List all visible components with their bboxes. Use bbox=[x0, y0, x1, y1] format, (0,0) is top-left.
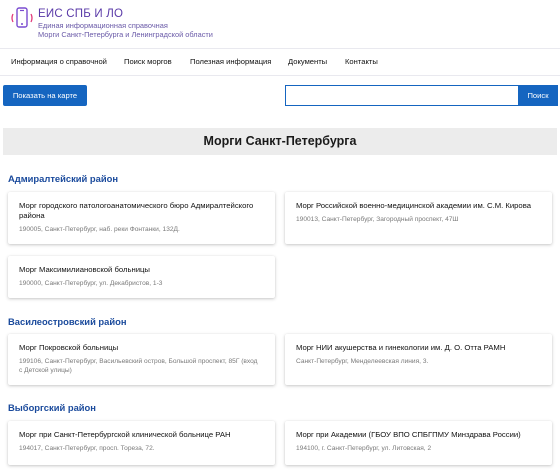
morgue-title: Морг Российской военно-медицинской акаде… bbox=[296, 201, 531, 210]
morgue-title: Морг городского патологоанатомического б… bbox=[19, 201, 254, 220]
morgue-card[interactable]: Морг Покровской больницы 199106, Санкт-П… bbox=[8, 334, 275, 385]
nav-item-useful-info[interactable]: Полезная информация bbox=[190, 49, 271, 75]
search-input[interactable] bbox=[285, 85, 518, 106]
morgue-card[interactable]: Морг при Санкт-Петербургской клинической… bbox=[8, 421, 275, 465]
morgue-address: 194100, г. Санкт-Петербург, ул. Литовска… bbox=[296, 445, 432, 452]
morgue-address: Санкт-Петербург, Менделеевская линия, 3. bbox=[296, 358, 429, 365]
morgue-address: 190000, Санкт-Петербург, ул. Декабристов… bbox=[19, 280, 163, 287]
morgue-title: Морг Максимилиановской больницы bbox=[19, 265, 150, 274]
main-nav: Информация о справочной Поиск моргов Пол… bbox=[0, 48, 560, 76]
morgue-address-line-2: с Детской улицы) bbox=[19, 367, 72, 374]
brand-subtitle-line-1: Единая информационная справочная bbox=[38, 21, 168, 30]
morgue-address: 190013, Санкт-Петербург, Загородный прос… bbox=[296, 216, 459, 223]
morgue-title: Морг Покровской больницы bbox=[19, 343, 119, 352]
morgue-title: Морг при Санкт-Петербургской клинической… bbox=[19, 430, 231, 439]
district-heading-vasileostrovsky: Василеостровский район bbox=[8, 316, 127, 327]
brand-subtitle: Единая информационная справочная Морги С… bbox=[38, 21, 213, 39]
district-heading-admiralteysky: Адмиралтейский район bbox=[8, 173, 119, 184]
nav-item-search-morgues[interactable]: Поиск моргов bbox=[124, 49, 172, 75]
district-heading-vyborgsky: Выборгский район bbox=[8, 402, 96, 413]
morgue-card[interactable]: Морг при Академии (ГБОУ ВПО СПБГПМУ Минз… bbox=[285, 421, 552, 465]
brand-name: ЕИС СПБ И ЛО bbox=[38, 8, 124, 20]
page-title-band: Морги Санкт-Петербурга bbox=[3, 128, 557, 155]
morgue-card[interactable]: Морг Российской военно-медицинской акаде… bbox=[285, 192, 552, 244]
page-title: Морги Санкт-Петербурга bbox=[203, 134, 357, 148]
brand-block[interactable]: ЕИС СПБ И ЛО Единая информационная справ… bbox=[10, 6, 410, 40]
morgue-card[interactable]: Морг городского патологоанатомического б… bbox=[8, 192, 275, 244]
nav-item-documents[interactable]: Документы bbox=[288, 49, 327, 75]
morgue-address: 199106, Санкт-Петербург, Васильевский ос… bbox=[19, 357, 269, 375]
nav-item-info[interactable]: Информация о справочной bbox=[11, 49, 107, 75]
brand-subtitle-line-2: Морги Санкт-Петербурга и Ленинградской о… bbox=[38, 30, 213, 39]
morgue-address-line-1: 199106, Санкт-Петербург, Васильевский ос… bbox=[19, 358, 258, 365]
morgue-title: Морг НИИ акушерства и гинекологии им. Д.… bbox=[296, 343, 506, 352]
show-on-map-button[interactable]: Показать на карте bbox=[3, 85, 87, 106]
morgue-address: 190005, Санкт-Петербург, наб. реки Фонта… bbox=[19, 226, 180, 233]
phone-info-icon bbox=[11, 7, 33, 28]
morgue-card[interactable]: Морг Максимилиановской больницы 190000, … bbox=[8, 256, 275, 298]
nav-item-contacts[interactable]: Контакты bbox=[345, 49, 378, 75]
morgue-title: Морг при Академии (ГБОУ ВПО СПБГПМУ Минз… bbox=[296, 430, 521, 439]
search-button[interactable]: Поиск bbox=[518, 85, 558, 106]
morgue-card[interactable]: Морг НИИ акушерства и гинекологии им. Д.… bbox=[285, 334, 552, 385]
morgue-address: 194017, Санкт-Петербург, просп. Тореза, … bbox=[19, 445, 155, 452]
